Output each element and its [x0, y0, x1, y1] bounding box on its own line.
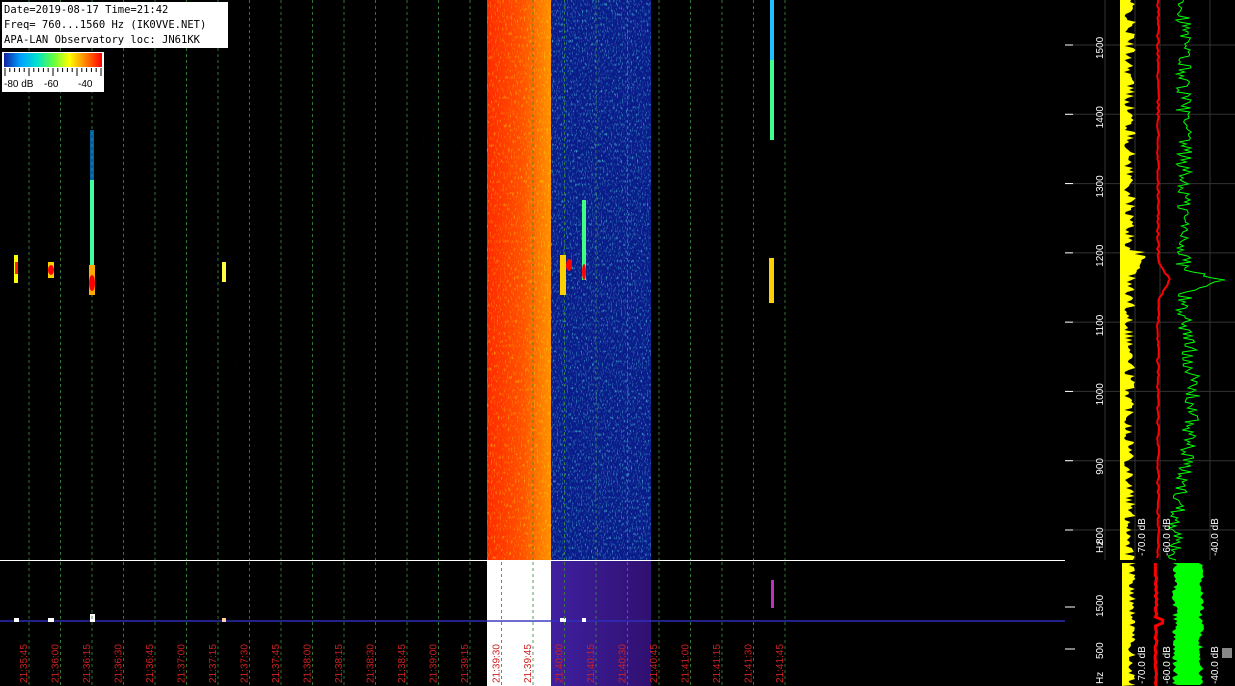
overview-freq-label: 500: [1095, 642, 1106, 659]
location-line: APA-LAN Observatory loc: JN61KK: [4, 34, 200, 46]
info-box: Date=2019-08-17 Time=21:42 Freq= 760...1…: [2, 2, 228, 48]
db-label: -40.0 dB: [1210, 518, 1221, 556]
scale-label-mid: -60: [44, 79, 59, 90]
freq-tick-label: 1000: [1095, 383, 1106, 406]
time-tick-label: 21:36:30: [114, 644, 125, 683]
freq-tick-label: 1400: [1095, 106, 1106, 129]
time-tick-label: 21:41:00: [681, 644, 692, 683]
time-tick-label: 21:37:30: [240, 644, 251, 683]
date-line: Date=2019-08-17 Time=21:42: [4, 4, 169, 16]
freq-tick-label: 1500: [1095, 36, 1106, 59]
time-tick-label: 21:37:45: [271, 644, 282, 683]
time-tick-label: 21:39:15: [460, 644, 471, 683]
overview-db-label: -70.0 dB: [1137, 646, 1148, 684]
time-tick-label: 21:35:45: [19, 644, 30, 683]
db-label: -70.0 dB: [1137, 518, 1148, 556]
time-tick-label: 21:37:15: [208, 644, 219, 683]
color-scale-bar: [4, 53, 102, 67]
time-tick-label: 21:38:30: [366, 644, 377, 683]
time-tick-label: 21:36:00: [51, 644, 62, 683]
time-tick-label: 21:40:30: [618, 644, 629, 683]
freq-tick-label: 900: [1095, 458, 1106, 475]
time-tick-label: 21:40:15: [586, 644, 597, 683]
spectrogram-display: 800900100011001200130014001500Hz -70.0 d…: [0, 0, 1235, 686]
color-scale-ticks: [4, 68, 102, 76]
time-tick-label: 21:40:00: [555, 644, 566, 683]
color-scale: -80 dB -60 -40: [2, 52, 104, 92]
overview-db-label: -60.0 dB: [1162, 646, 1173, 684]
overview-unit-label: Hz: [1095, 672, 1106, 684]
db-label: -60.0 dB: [1162, 518, 1173, 556]
time-tick-label: 21:36:15: [82, 644, 93, 683]
overview-db-label: -40.0 dB: [1210, 646, 1221, 684]
scale-label-max: -40: [78, 79, 93, 90]
time-tick-label: 21:37:00: [177, 644, 188, 683]
time-tick-label: 21:36:45: [145, 644, 156, 683]
freq-line: Freq= 760...1560 Hz (IK0VVE.NET): [4, 19, 207, 31]
time-tick-label: 21:41:30: [744, 644, 755, 683]
time-tick-label: 21:40:45: [649, 644, 660, 683]
freq-tick-label: 1300: [1095, 175, 1106, 198]
time-tick-label: 21:39:30: [492, 644, 503, 683]
time-tick-label: 21:41:45: [775, 644, 786, 683]
time-tick-label: 21:38:15: [334, 644, 345, 683]
time-tick-label: 21:38:00: [303, 644, 314, 683]
freq-tick-label: 1200: [1095, 244, 1106, 267]
scale-label-min: -80 dB: [4, 79, 34, 90]
time-tick-label: 21:41:15: [712, 644, 723, 683]
time-tick-label: 21:39:00: [429, 644, 440, 683]
time-tick-label: 21:39:45: [523, 644, 534, 683]
freq-unit-label: Hz: [1095, 541, 1106, 553]
overview-handle[interactable]: [1222, 648, 1232, 658]
overview-freq-label: 1500: [1095, 594, 1106, 617]
overview-spectrum-trace: [1172, 563, 1204, 685]
time-tick-label: 21:38:45: [397, 644, 408, 683]
freq-tick-label: 1100: [1095, 314, 1106, 336]
